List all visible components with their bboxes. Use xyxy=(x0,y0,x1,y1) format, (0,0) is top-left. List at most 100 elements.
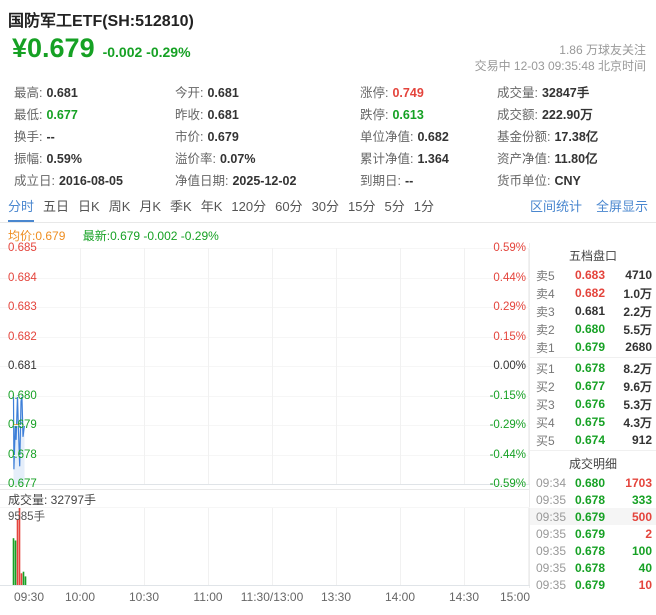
order-book-row[interactable]: 卖1 0.679 2680 xyxy=(530,338,656,356)
trade-time: 09:35 xyxy=(536,526,567,541)
volume-max-label: 9585手 xyxy=(8,511,46,523)
stat-label: 单位净值: xyxy=(360,130,414,144)
tab-15分[interactable]: 15分 xyxy=(348,196,375,222)
volume-separator xyxy=(0,489,530,490)
tab-日K[interactable]: 日K xyxy=(78,196,100,222)
order-book-level: 卖3 xyxy=(536,304,555,319)
order-book-level: 买3 xyxy=(536,397,555,412)
order-book-row[interactable]: 买2 0.677 9.6万 xyxy=(530,377,656,395)
order-book-level: 卖2 xyxy=(536,322,555,337)
order-book-volume: 9.6万 xyxy=(623,379,652,394)
tab-月K[interactable]: 月K xyxy=(139,196,161,222)
v-gridline xyxy=(528,248,529,484)
stat-item: 成交量: 32847手 xyxy=(497,82,598,104)
order-book-level: 买4 xyxy=(536,415,555,430)
tab-60分[interactable]: 60分 xyxy=(275,196,302,222)
tab-周K[interactable]: 周K xyxy=(109,196,131,222)
stat-value: 11.80亿 xyxy=(554,152,598,166)
stat-value: 0.613 xyxy=(392,108,424,122)
stat-label: 净值日期: xyxy=(175,174,229,188)
v-gridline xyxy=(336,248,337,484)
stat-label: 基金份额: xyxy=(497,130,551,144)
stat-item: 振幅: 0.59% xyxy=(14,148,123,170)
intraday-chart[interactable]: 成交量: 32797手 9585手 五档盘口 卖5 0.683 4710 卖4 0.682… xyxy=(0,242,656,615)
stat-value: CNY xyxy=(554,174,581,188)
v-gridline xyxy=(464,507,465,585)
order-book-price: 0.674 xyxy=(574,433,606,447)
y-axis-price-label: 0.680 xyxy=(8,389,37,402)
order-book-row[interactable]: 卖3 0.681 2.2万 xyxy=(530,302,656,320)
order-book-row[interactable]: 买4 0.675 4.3万 xyxy=(530,413,656,431)
tab-年K[interactable]: 年K xyxy=(201,196,223,222)
order-book-divider xyxy=(530,357,656,358)
trade-price: 0.678 xyxy=(574,492,606,507)
link-全屏显示[interactable]: 全屏显示 xyxy=(596,199,648,214)
stat-label: 累计净值: xyxy=(360,152,414,166)
v-gridline xyxy=(400,248,401,484)
v-gridline xyxy=(144,507,145,585)
y-axis-price-label: 0.683 xyxy=(8,301,37,313)
trade-time: 09:35 xyxy=(536,577,567,592)
stat-value: 0.59% xyxy=(46,152,82,166)
tab-五日[interactable]: 五日 xyxy=(43,196,69,222)
order-book-price: 0.681 xyxy=(574,304,606,318)
order-book-row[interactable]: 卖5 0.683 4710 xyxy=(530,266,656,284)
stat-label: 涨停: xyxy=(360,86,389,100)
price-block: ¥0.679 -0.002 -0.29% xyxy=(12,33,191,64)
order-book-price: 0.676 xyxy=(574,397,606,411)
stat-value: 0.681 xyxy=(207,108,239,122)
order-book-level: 买2 xyxy=(536,379,555,394)
stats-column: 涨停: 0.749 跌停: 0.613 单位净值: 0.682 累计净值: 1.364 到期日:… xyxy=(360,82,449,192)
order-book-row[interactable]: 卖2 0.680 5.5万 xyxy=(530,320,656,338)
y-axis-price-label: 0.677 xyxy=(8,478,37,490)
stats-grid: 最高: 0.681 最低: 0.677 换手: -- 振幅: 0.59% 成立日: 2016-08… xyxy=(0,82,656,194)
order-book-level: 卖5 xyxy=(536,268,555,283)
tab-分时[interactable]: 分时 xyxy=(8,196,35,222)
stats-column: 最高: 0.681 最低: 0.677 换手: -- 振幅: 0.59% 成立日: 2016-08… xyxy=(14,82,123,192)
order-book-row[interactable]: 买5 0.674 912 xyxy=(530,431,656,449)
stats-column: 今开: 0.681 昨收: 0.681 市价: 0.679 溢价率: 0.07% 净值日期: 20… xyxy=(175,82,296,192)
order-book-row[interactable]: 买1 0.678 8.2万 xyxy=(530,359,656,377)
time-axis-label: 15:00 xyxy=(499,590,530,604)
stat-value: 0.679 xyxy=(207,130,239,144)
volume-bar xyxy=(24,576,27,585)
stat-value: -- xyxy=(46,130,55,144)
stat-label: 昨收: xyxy=(175,108,204,122)
y-axis-pct-label: -0.29% xyxy=(489,419,526,431)
link-区间统计[interactable]: 区间统计 xyxy=(530,199,582,214)
tab-30分[interactable]: 30分 xyxy=(312,196,339,222)
trade-price: 0.678 xyxy=(574,560,606,575)
stat-item: 成交额: 222.90万 xyxy=(497,104,598,126)
order-book-level: 买1 xyxy=(536,361,555,376)
stat-item: 最高: 0.681 xyxy=(14,82,123,104)
y-axis-pct-label: -0.15% xyxy=(489,389,526,402)
stat-value: 17.38亿 xyxy=(554,130,599,144)
tab-120分[interactable]: 120分 xyxy=(231,196,266,222)
order-book-volume: 1.0万 xyxy=(623,286,652,301)
stat-value: 0.681 xyxy=(207,86,239,100)
stat-label: 振幅: xyxy=(14,152,43,166)
tab-1分[interactable]: 1分 xyxy=(414,196,434,222)
trade-volume: 1703 xyxy=(625,475,652,490)
stat-label: 今开: xyxy=(175,86,204,100)
stat-label: 到期日: xyxy=(360,174,401,188)
tab-5分[interactable]: 5分 xyxy=(385,196,405,222)
trade-row: 09:35 0.678 40 xyxy=(530,559,656,576)
trade-price: 0.679 xyxy=(574,509,606,524)
time-axis-label: 14:00 xyxy=(384,590,416,604)
order-book-row[interactable]: 买3 0.676 5.3万 xyxy=(530,395,656,413)
stat-label: 跌停: xyxy=(360,108,389,122)
y-axis-price-label: 0.679 xyxy=(8,419,37,431)
volume-bar xyxy=(16,519,19,585)
volume-bar xyxy=(12,538,15,585)
tab-季K[interactable]: 季K xyxy=(170,196,192,222)
stat-item: 换手: -- xyxy=(14,126,123,148)
stat-label: 成交额: xyxy=(497,108,538,122)
stat-item: 净值日期: 2025-12-02 xyxy=(175,170,296,192)
trade-time: 09:34 xyxy=(536,475,567,490)
stat-label: 成交量: xyxy=(497,86,538,100)
trade-row: 09:35 0.678 333 xyxy=(530,491,656,508)
order-book-row[interactable]: 卖4 0.682 1.0万 xyxy=(530,284,656,302)
stat-value: 0.682 xyxy=(417,130,449,144)
stat-label: 货币单位: xyxy=(497,174,551,188)
